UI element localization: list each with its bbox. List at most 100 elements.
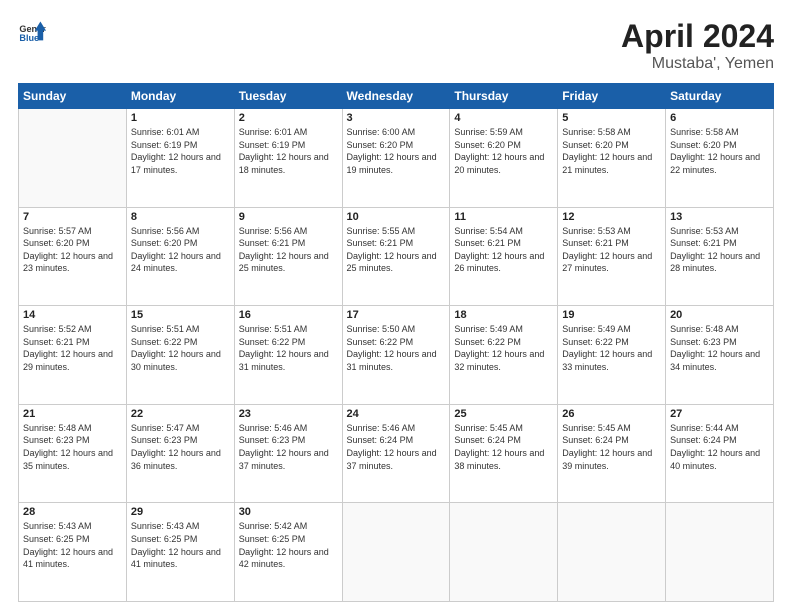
calendar-cell: 18 Sunrise: 5:49 AMSunset: 6:22 PMDayligh… [450, 306, 558, 405]
day-info: Sunrise: 5:52 AMSunset: 6:21 PMDaylight:… [23, 323, 122, 373]
calendar-table: SundayMondayTuesdayWednesdayThursdayFrid… [18, 83, 774, 602]
calendar-cell: 14 Sunrise: 5:52 AMSunset: 6:21 PMDayligh… [19, 306, 127, 405]
day-number: 3 [347, 112, 446, 124]
day-number: 5 [562, 112, 661, 124]
weekday-header-saturday: Saturday [666, 84, 774, 109]
day-number: 13 [670, 211, 769, 223]
day-number: 7 [23, 211, 122, 223]
calendar-cell: 11 Sunrise: 5:54 AMSunset: 6:21 PMDayligh… [450, 207, 558, 306]
calendar-cell [19, 109, 127, 208]
day-number: 9 [239, 211, 338, 223]
day-info: Sunrise: 5:58 AMSunset: 6:20 PMDaylight:… [562, 126, 661, 176]
weekday-header-thursday: Thursday [450, 84, 558, 109]
day-number: 29 [131, 506, 230, 518]
day-info: Sunrise: 5:46 AMSunset: 6:24 PMDaylight:… [347, 422, 446, 472]
calendar-cell: 19 Sunrise: 5:49 AMSunset: 6:22 PMDayligh… [558, 306, 666, 405]
logo: General Blue [18, 18, 46, 46]
calendar-cell: 21 Sunrise: 5:48 AMSunset: 6:23 PMDayligh… [19, 404, 127, 503]
calendar-cell: 7 Sunrise: 5:57 AMSunset: 6:20 PMDaylight… [19, 207, 127, 306]
day-number: 22 [131, 408, 230, 420]
calendar-cell: 17Sunrise: 5:50 AMSunset: 6:22 PMDayligh… [342, 306, 450, 405]
page: General Blue April 2024 Mustaba', Yemen … [0, 0, 792, 612]
weekday-header-row: SundayMondayTuesdayWednesdayThursdayFrid… [19, 84, 774, 109]
calendar-location: Mustaba', Yemen [621, 55, 774, 73]
day-number: 2 [239, 112, 338, 124]
day-info: Sunrise: 6:01 AMSunset: 6:19 PMDaylight:… [131, 126, 230, 176]
day-info: Sunrise: 5:59 AMSunset: 6:20 PMDaylight:… [454, 126, 553, 176]
day-number: 18 [454, 309, 553, 321]
calendar-cell: 23 Sunrise: 5:46 AMSunset: 6:23 PMDayligh… [234, 404, 342, 503]
day-number: 30 [239, 506, 338, 518]
calendar-cell [342, 503, 450, 602]
day-info: Sunrise: 5:58 AMSunset: 6:20 PMDaylight:… [670, 126, 769, 176]
weekday-header-tuesday: Tuesday [234, 84, 342, 109]
calendar-title: April 2024 [621, 18, 774, 55]
day-info: Sunrise: 5:45 AMSunset: 6:24 PMDaylight:… [562, 422, 661, 472]
calendar-cell: 15Sunrise: 5:51 AMSunset: 6:22 PMDayligh… [126, 306, 234, 405]
week-row-3: 14 Sunrise: 5:52 AMSunset: 6:21 PMDayligh… [19, 306, 774, 405]
calendar-cell: 27Sunrise: 5:44 AMSunset: 6:24 PMDayligh… [666, 404, 774, 503]
day-number: 27 [670, 408, 769, 420]
day-number: 10 [347, 211, 446, 223]
calendar-cell: 28Sunrise: 5:43 AMSunset: 6:25 PMDayligh… [19, 503, 127, 602]
day-number: 14 [23, 309, 122, 321]
calendar-cell: 10 Sunrise: 5:55 AMSunset: 6:21 PMDayligh… [342, 207, 450, 306]
day-info: Sunrise: 6:01 AMSunset: 6:19 PMDaylight:… [239, 126, 338, 176]
day-info: Sunrise: 5:45 AMSunset: 6:24 PMDaylight:… [454, 422, 553, 472]
day-number: 21 [23, 408, 122, 420]
calendar-cell: 20 Sunrise: 5:48 AMSunset: 6:23 PMDayligh… [666, 306, 774, 405]
calendar-cell [558, 503, 666, 602]
calendar-cell: 29 Sunrise: 5:43 AMSunset: 6:25 PMDayligh… [126, 503, 234, 602]
day-number: 19 [562, 309, 661, 321]
svg-text:Blue: Blue [19, 33, 39, 43]
calendar-cell: 1Sunrise: 6:01 AMSunset: 6:19 PMDaylight… [126, 109, 234, 208]
day-info: Sunrise: 5:56 AMSunset: 6:21 PMDaylight:… [239, 225, 338, 275]
weekday-header-sunday: Sunday [19, 84, 127, 109]
calendar-cell: 8Sunrise: 5:56 AMSunset: 6:20 PMDaylight… [126, 207, 234, 306]
calendar-cell: 25 Sunrise: 5:45 AMSunset: 6:24 PMDayligh… [450, 404, 558, 503]
calendar-cell [450, 503, 558, 602]
day-info: Sunrise: 5:43 AMSunset: 6:25 PMDaylight:… [23, 520, 122, 570]
calendar-cell: 9 Sunrise: 5:56 AMSunset: 6:21 PMDaylight… [234, 207, 342, 306]
day-info: Sunrise: 5:49 AMSunset: 6:22 PMDaylight:… [562, 323, 661, 373]
header: General Blue April 2024 Mustaba', Yemen [18, 18, 774, 73]
day-info: Sunrise: 5:50 AMSunset: 6:22 PMDaylight:… [347, 323, 446, 373]
day-number: 4 [454, 112, 553, 124]
day-number: 24 [347, 408, 446, 420]
day-number: 25 [454, 408, 553, 420]
day-number: 12 [562, 211, 661, 223]
day-info: Sunrise: 6:00 AMSunset: 6:20 PMDaylight:… [347, 126, 446, 176]
day-info: Sunrise: 5:51 AMSunset: 6:22 PMDaylight:… [239, 323, 338, 373]
calendar-cell: 16 Sunrise: 5:51 AMSunset: 6:22 PMDayligh… [234, 306, 342, 405]
day-info: Sunrise: 5:54 AMSunset: 6:21 PMDaylight:… [454, 225, 553, 275]
calendar-cell: 26 Sunrise: 5:45 AMSunset: 6:24 PMDayligh… [558, 404, 666, 503]
day-number: 26 [562, 408, 661, 420]
calendar-cell: 3 Sunrise: 6:00 AMSunset: 6:20 PMDaylight… [342, 109, 450, 208]
weekday-header-monday: Monday [126, 84, 234, 109]
day-info: Sunrise: 5:46 AMSunset: 6:23 PMDaylight:… [239, 422, 338, 472]
week-row-2: 7 Sunrise: 5:57 AMSunset: 6:20 PMDaylight… [19, 207, 774, 306]
calendar-cell: 6 Sunrise: 5:58 AMSunset: 6:20 PMDaylight… [666, 109, 774, 208]
day-info: Sunrise: 5:42 AMSunset: 6:25 PMDaylight:… [239, 520, 338, 570]
day-info: Sunrise: 5:48 AMSunset: 6:23 PMDaylight:… [23, 422, 122, 472]
day-info: Sunrise: 5:47 AMSunset: 6:23 PMDaylight:… [131, 422, 230, 472]
logo-icon: General Blue [18, 18, 46, 46]
day-info: Sunrise: 5:49 AMSunset: 6:22 PMDaylight:… [454, 323, 553, 373]
weekday-header-friday: Friday [558, 84, 666, 109]
day-info: Sunrise: 5:57 AMSunset: 6:20 PMDaylight:… [23, 225, 122, 275]
day-number: 20 [670, 309, 769, 321]
week-row-5: 28Sunrise: 5:43 AMSunset: 6:25 PMDayligh… [19, 503, 774, 602]
calendar-cell: 30 Sunrise: 5:42 AMSunset: 6:25 PMDayligh… [234, 503, 342, 602]
calendar-cell: 24 Sunrise: 5:46 AMSunset: 6:24 PMDayligh… [342, 404, 450, 503]
day-number: 6 [670, 112, 769, 124]
day-number: 16 [239, 309, 338, 321]
day-info: Sunrise: 5:43 AMSunset: 6:25 PMDaylight:… [131, 520, 230, 570]
day-number: 11 [454, 211, 553, 223]
day-info: Sunrise: 5:53 AMSunset: 6:21 PMDaylight:… [670, 225, 769, 275]
day-info: Sunrise: 5:55 AMSunset: 6:21 PMDaylight:… [347, 225, 446, 275]
day-number: 23 [239, 408, 338, 420]
calendar-cell: 12Sunrise: 5:53 AMSunset: 6:21 PMDayligh… [558, 207, 666, 306]
day-info: Sunrise: 5:48 AMSunset: 6:23 PMDaylight:… [670, 323, 769, 373]
calendar-cell: 22 Sunrise: 5:47 AMSunset: 6:23 PMDayligh… [126, 404, 234, 503]
weekday-header-wednesday: Wednesday [342, 84, 450, 109]
